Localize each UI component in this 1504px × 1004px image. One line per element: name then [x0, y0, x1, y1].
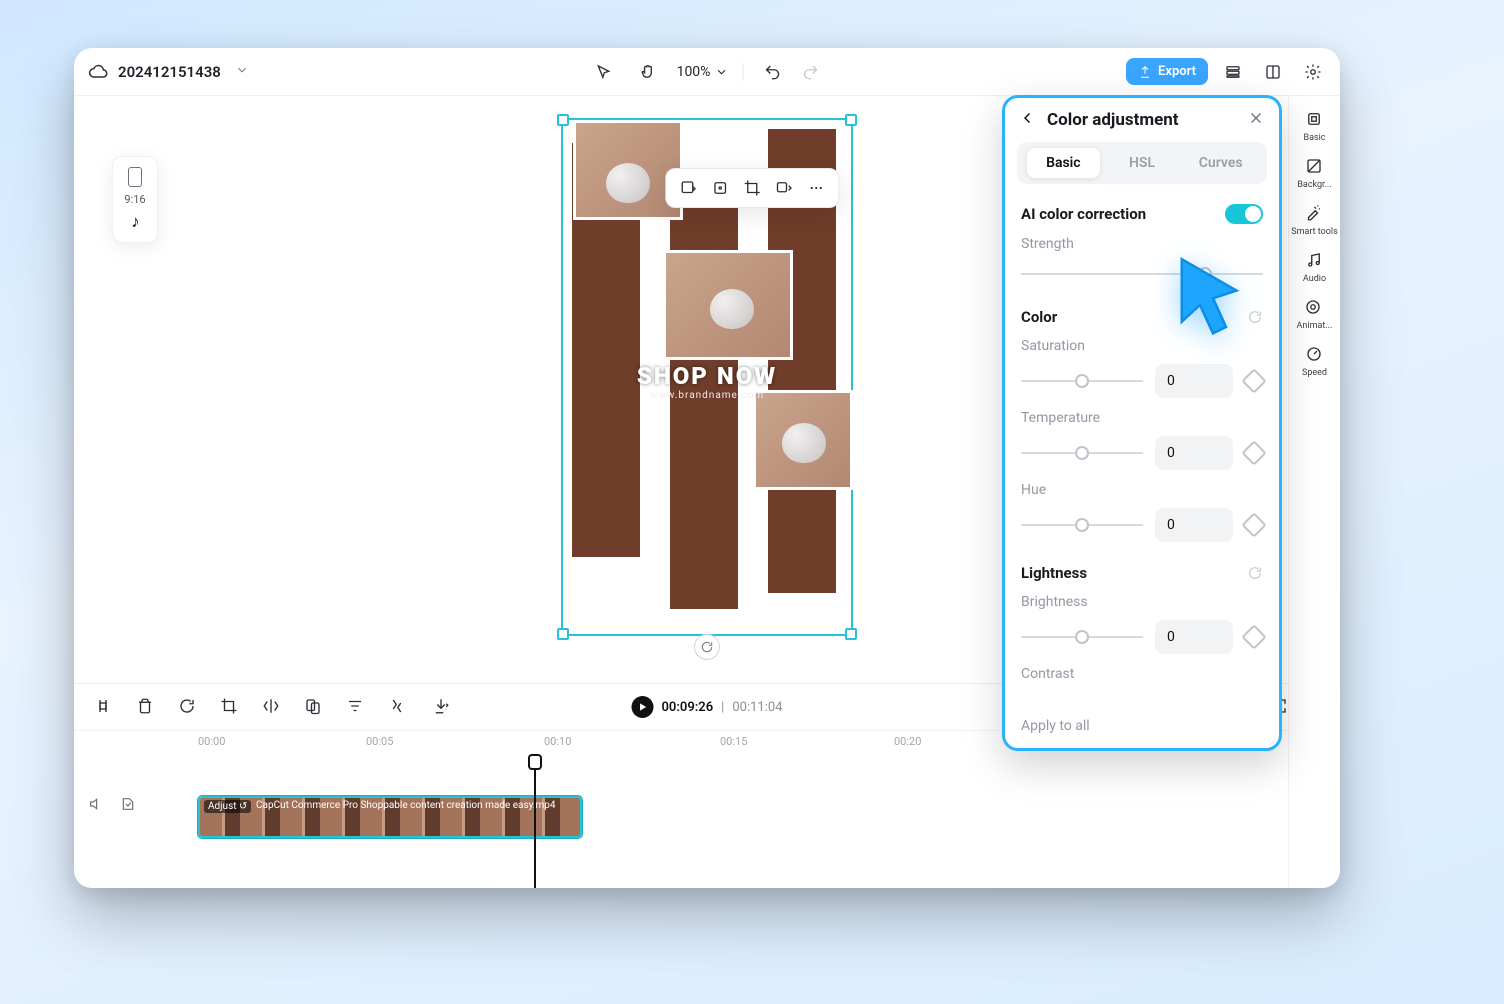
transform-dropdown-icon[interactable]: [774, 178, 794, 198]
ruler-tick: 00:00: [198, 735, 225, 748]
timeline-tracks[interactable]: Adjust ↺ CapCut Commerce Pro Shoppable c…: [74, 756, 1340, 876]
separator: [742, 63, 743, 81]
mirror-icon[interactable]: [262, 697, 282, 717]
select-tool-icon[interactable]: [589, 57, 619, 87]
panel-title: Color adjustment: [1047, 110, 1179, 130]
brightness-label: Brightness: [1021, 594, 1263, 610]
playback-current: 00:09:26: [662, 700, 714, 715]
temperature-value[interactable]: 0: [1155, 436, 1233, 470]
mute-track-icon[interactable]: [88, 796, 104, 816]
resize-handle-tr[interactable]: [845, 114, 857, 126]
play-button[interactable]: [632, 696, 654, 718]
redo-icon: [795, 57, 825, 87]
resize-handle-br[interactable]: [845, 628, 857, 640]
saturation-value[interactable]: 0: [1155, 364, 1233, 398]
saturation-slider[interactable]: [1021, 369, 1143, 393]
hue-keyframe-icon[interactable]: [1241, 512, 1266, 537]
tab-curves[interactable]: Curves: [1184, 148, 1257, 178]
reverse-icon[interactable]: [388, 697, 408, 717]
export-label: Export: [1158, 64, 1196, 79]
cloud-saved-icon[interactable]: [88, 62, 108, 82]
panel-tabs: Basic HSL Curves: [1017, 142, 1267, 184]
panel-back-icon[interactable]: [1019, 109, 1037, 131]
filter-list-icon[interactable]: [346, 697, 366, 717]
rail-animation[interactable]: Animat...: [1297, 298, 1333, 331]
aspect-ratio-label: 9:16: [124, 193, 145, 206]
top-bar: 202412151438 100% Export: [74, 48, 1340, 96]
rotate-handle-icon[interactable]: [694, 634, 720, 660]
aspect-pill[interactable]: 9:16 ♪: [112, 156, 158, 243]
download-dropdown-icon[interactable]: [430, 697, 450, 717]
layout-panels-icon[interactable]: [1258, 57, 1288, 87]
tab-hsl[interactable]: HSL: [1106, 148, 1179, 178]
lightness-heading: Lightness: [1021, 564, 1087, 582]
color-heading: Color: [1021, 308, 1057, 326]
canvas-subline: www.brandname.com: [563, 390, 851, 401]
duplicate-icon[interactable]: [304, 697, 324, 717]
apply-to-all[interactable]: Apply to all: [1005, 704, 1279, 748]
hand-tool-icon[interactable]: [633, 57, 663, 87]
hue-slider[interactable]: [1021, 513, 1143, 537]
crop-timeline-icon[interactable]: [220, 697, 240, 717]
brightness-value[interactable]: 0: [1155, 620, 1233, 654]
delete-icon[interactable]: [136, 697, 156, 717]
temperature-slider[interactable]: [1021, 441, 1143, 465]
more-options-icon[interactable]: [806, 178, 826, 198]
playback-separator: |: [721, 700, 724, 715]
brightness-slider[interactable]: [1021, 625, 1143, 649]
layers-icon[interactable]: [1218, 57, 1248, 87]
right-rail: Basic Backgr... Smart tools Audio Animat…: [1288, 96, 1340, 888]
color-adjustment-panel: Color adjustment Basic HSL Curves AI col…: [1002, 95, 1282, 751]
saturation-keyframe-icon[interactable]: [1241, 368, 1266, 393]
ai-correction-toggle[interactable]: [1225, 204, 1263, 224]
ruler-tick: 00:15: [720, 735, 747, 748]
crop-icon[interactable]: [742, 178, 762, 198]
project-title[interactable]: 202412151438: [118, 63, 221, 81]
hue-value[interactable]: 0: [1155, 508, 1233, 542]
rail-speed[interactable]: Speed: [1302, 345, 1327, 378]
playback-duration: 00:11:04: [732, 700, 782, 715]
reset-lightness-icon[interactable]: [1247, 565, 1263, 581]
aspect-phone-icon: [128, 167, 142, 187]
temperature-keyframe-icon[interactable]: [1241, 440, 1266, 465]
rail-audio[interactable]: Audio: [1303, 251, 1326, 284]
rail-smart-tools[interactable]: Smart tools: [1291, 204, 1338, 237]
rail-basic[interactable]: Basic: [1303, 110, 1325, 143]
resize-handle-tl[interactable]: [557, 114, 569, 126]
clip-filename: CapCut Commerce Pro Shoppable content cr…: [256, 800, 556, 811]
rotate-icon[interactable]: [178, 697, 198, 717]
ruler-tick: 00:05: [366, 735, 393, 748]
tab-basic[interactable]: Basic: [1027, 148, 1100, 178]
settings-gear-icon[interactable]: [1298, 57, 1328, 87]
brightness-keyframe-icon[interactable]: [1241, 624, 1266, 649]
track-marker-icon[interactable]: [120, 796, 136, 816]
playhead[interactable]: [534, 756, 536, 888]
canvas-headline: SHOP NOW: [563, 362, 851, 390]
canvas-floating-toolbar: [665, 168, 839, 208]
ruler-tick: 00:10: [544, 735, 571, 748]
resize-handle-bl[interactable]: [557, 628, 569, 640]
rail-background[interactable]: Backgr...: [1297, 157, 1331, 190]
zoom-level[interactable]: 100%: [677, 64, 729, 80]
undo-icon[interactable]: [757, 57, 787, 87]
strength-label: Strength: [1021, 236, 1263, 252]
ai-correction-label: AI color correction: [1021, 205, 1146, 223]
ruler-tick: 00:20: [894, 735, 921, 748]
replace-media-icon[interactable]: [678, 178, 698, 198]
hue-label: Hue: [1021, 482, 1263, 498]
tutorial-cursor-icon: [1174, 254, 1252, 344]
timeline-clip[interactable]: Adjust ↺ CapCut Commerce Pro Shoppable c…: [198, 796, 582, 838]
tiktok-icon: ♪: [131, 212, 139, 232]
clip-badge: Adjust ↺: [204, 800, 251, 813]
temperature-label: Temperature: [1021, 410, 1263, 426]
split-icon[interactable]: [94, 697, 114, 717]
export-button[interactable]: Export: [1126, 58, 1208, 85]
panel-close-icon[interactable]: [1247, 109, 1265, 131]
project-dropdown-icon[interactable]: [235, 62, 249, 81]
fit-icon[interactable]: [710, 178, 730, 198]
contrast-label: Contrast: [1021, 666, 1263, 682]
